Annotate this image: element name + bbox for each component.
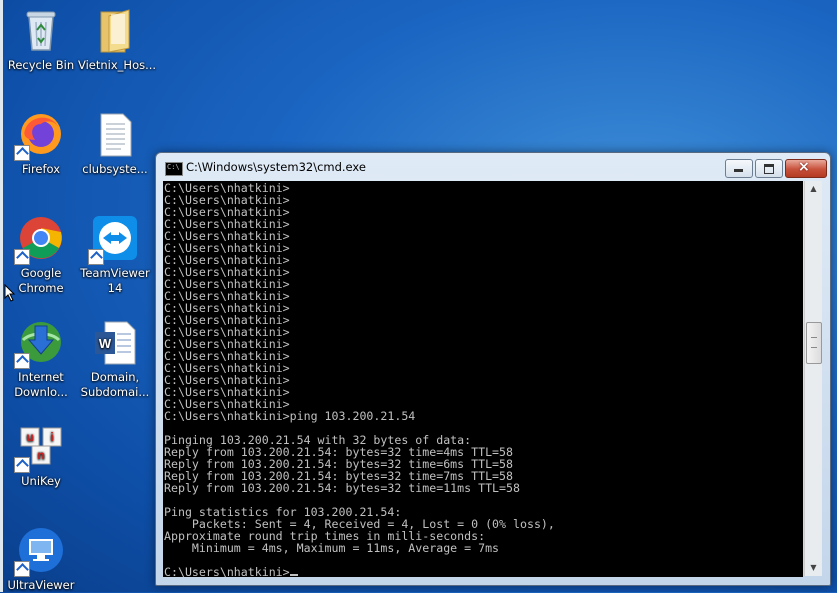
console-line: Reply from 103.200.21.54: bytes=32 time=… xyxy=(164,481,520,495)
folder-icon xyxy=(91,6,139,54)
scroll-thumb[interactable] xyxy=(806,322,822,364)
desktop-icon-label: UniKey xyxy=(21,474,61,488)
scroll-down-icon[interactable]: ▼ xyxy=(805,560,822,576)
desktop-icon-ultraviewer[interactable]: UltraViewer xyxy=(4,526,78,593)
svg-text:i: i xyxy=(50,430,53,444)
maximize-button[interactable] xyxy=(755,159,783,178)
word-document-icon: W xyxy=(91,318,139,366)
desktop-icon-clubsystem[interactable]: clubsyste... xyxy=(78,110,152,177)
desktop-icon-label: Firefox xyxy=(21,162,61,176)
chrome-icon xyxy=(14,214,65,265)
shortcut-arrow-icon xyxy=(14,145,30,161)
desktop-icon-label: Recycle Bin xyxy=(7,58,75,72)
idm-icon xyxy=(14,318,65,369)
desktop-icon-label: UltraViewer xyxy=(7,578,75,592)
vertical-scrollbar[interactable]: ▲ ▼ xyxy=(804,181,822,576)
ultraviewer-icon xyxy=(14,526,65,577)
desktop-icon-label: TeamViewer 14 xyxy=(80,266,150,295)
recycle-bin-icon xyxy=(17,6,65,54)
console-output[interactable]: C:\Users\nhatkini> C:\Users\nhatkini> C:\U… xyxy=(163,181,803,577)
unikey-icon: u i n xyxy=(14,422,65,473)
desktop-edge xyxy=(0,0,3,592)
maximize-icon xyxy=(764,164,774,174)
scroll-up-icon[interactable]: ▲ xyxy=(805,181,822,197)
close-button[interactable]: × xyxy=(785,159,827,178)
svg-text:u: u xyxy=(26,430,33,444)
desktop-icon-domain-subdomain-doc[interactable]: W Domain, Subdomai... xyxy=(78,318,152,400)
svg-text:W: W xyxy=(99,336,112,351)
desktop-icon-label: Internet Downlo... xyxy=(14,370,68,399)
desktop-icon-teamviewer[interactable]: TeamViewer 14 xyxy=(78,214,152,296)
desktop-icon-label: Domain, Subdomai... xyxy=(80,370,150,399)
minimize-button[interactable] xyxy=(725,159,753,178)
shortcut-arrow-icon xyxy=(14,561,30,577)
cmd-app-icon: C:\ xyxy=(165,162,183,176)
desktop-icon-recycle-bin[interactable]: Recycle Bin xyxy=(4,6,78,73)
svg-text:n: n xyxy=(37,448,44,462)
text-file-icon xyxy=(91,110,139,158)
console-line: Minimum = 4ms, Maximum = 11ms, Average =… xyxy=(164,541,500,555)
desktop-icon-label: clubsyste... xyxy=(82,162,148,176)
desktop-icon-firefox[interactable]: Firefox xyxy=(4,110,78,177)
close-icon: × xyxy=(798,159,810,175)
desktop-icon-internet-download-manager[interactable]: Internet Downlo... xyxy=(4,318,78,400)
window-title: C:\Windows\system32\cmd.exe xyxy=(186,160,366,174)
teamviewer-icon xyxy=(88,214,139,265)
text-cursor xyxy=(289,574,298,576)
shortcut-arrow-icon xyxy=(14,353,30,369)
desktop-icon-label: Vietnix_Hos... xyxy=(78,58,157,72)
console-line: C:\Users\nhatkini> xyxy=(164,566,803,577)
firefox-icon xyxy=(14,110,65,161)
shortcut-arrow-icon xyxy=(88,249,104,265)
desktop-icon-unikey[interactable]: u i n UniKey xyxy=(4,422,78,489)
console-line: C:\Users\nhatkini>ping 103.200.21.54 xyxy=(164,409,416,423)
minimize-icon xyxy=(734,169,743,172)
desktop-icon-vietnix-folder[interactable]: Vietnix_Hos... xyxy=(78,6,157,73)
cmd-window[interactable]: C:\ C:\Windows\system32\cmd.exe × C:\Use… xyxy=(155,152,831,586)
shortcut-arrow-icon xyxy=(14,457,30,473)
mouse-pointer-icon xyxy=(4,284,16,302)
title-bar[interactable]: C:\ C:\Windows\system32\cmd.exe × xyxy=(156,153,830,181)
shortcut-arrow-icon xyxy=(14,249,30,265)
